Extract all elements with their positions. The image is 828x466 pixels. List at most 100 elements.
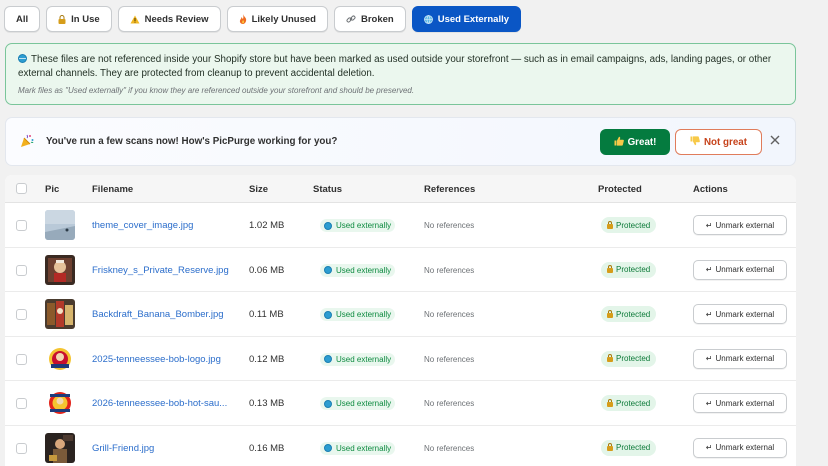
not-great-button[interactable]: Not great (675, 129, 762, 155)
status-text: Used externally (336, 354, 392, 364)
link-icon (346, 14, 356, 24)
table-row: 2026-tenneessee-bob-hot-sau... 0.13 MB U… (5, 381, 796, 426)
row-checkbox[interactable] (16, 264, 27, 276)
row-checkbox[interactable] (16, 220, 27, 231)
file-size: 0.13 MB (249, 398, 285, 409)
header-status: Status (313, 184, 343, 195)
lock-icon (607, 354, 613, 362)
close-icon[interactable] (767, 133, 783, 149)
filename-link[interactable]: theme_cover_image.jpg (92, 220, 193, 231)
not-great-label: Not great (703, 136, 747, 148)
table-header: Pic Filename Size Status References Prot… (5, 175, 796, 203)
unmark-label: Unmark external (715, 398, 775, 408)
unmark-external-button[interactable]: ↵ Unmark external (693, 393, 787, 413)
unmark-label: Unmark external (715, 220, 775, 230)
protected-badge: Protected (601, 350, 657, 367)
references-text: No references (424, 265, 475, 275)
table-row: Friskney_s_Private_Reserve.jpg 0.06 MB U… (5, 248, 796, 292)
undo-icon: ↵ (705, 398, 713, 408)
status-badge: Used externally (320, 263, 396, 277)
unmark-label: Unmark external (715, 265, 775, 274)
undo-icon: ↵ (705, 265, 713, 274)
file-size: 0.11 MB (249, 309, 284, 320)
file-thumbnail (45, 388, 75, 418)
tab-likely-unused[interactable]: Likely Unused (226, 6, 328, 32)
status-text: Used externally (336, 265, 392, 275)
tab-broken[interactable]: Broken (333, 6, 406, 32)
lock-icon (58, 14, 66, 24)
lock-icon (607, 443, 613, 451)
status-badge: Used externally (320, 441, 396, 455)
file-size: 0.16 MB (249, 442, 285, 454)
select-all-checkbox[interactable] (16, 183, 27, 194)
unmark-external-button[interactable]: ↵ Unmark external (693, 215, 787, 235)
file-thumbnail (45, 299, 75, 329)
protected-text: Protected (616, 220, 651, 230)
unmark-label: Unmark external (715, 354, 775, 363)
undo-icon: ↵ (705, 443, 713, 452)
status-text: Used externally (336, 310, 392, 319)
protected-text: Protected (616, 354, 651, 363)
party-popper-icon (20, 134, 34, 151)
globe-icon (324, 310, 332, 319)
thumbs-down-icon (690, 135, 700, 149)
status-badge: Used externally (320, 308, 396, 321)
file-size: 0.06 MB (249, 264, 285, 276)
undo-icon: ↵ (705, 354, 713, 363)
globe-icon (324, 399, 332, 408)
tab-needs-review[interactable]: Needs Review (117, 6, 221, 32)
file-size: 1.02 MB (249, 220, 285, 231)
info-text-1: These files are not referenced inside yo… (31, 54, 772, 65)
protected-text: Protected (616, 398, 651, 408)
protected-badge: Protected (601, 439, 657, 456)
filename-link[interactable]: 2025-tenneessee-bob-logo.jpg (92, 354, 221, 365)
globe-icon (423, 14, 433, 24)
tab-used-externally[interactable]: Used Externally (411, 6, 522, 32)
references-text: No references (424, 221, 475, 230)
unmark-label: Unmark external (715, 309, 775, 319)
header-filename[interactable]: Filename (92, 184, 133, 195)
tab-label: Broken (360, 13, 394, 25)
table-row: theme_cover_image.jpg 1.02 MB Used exter… (5, 203, 796, 248)
status-text: Used externally (336, 443, 392, 453)
row-checkbox[interactable] (16, 442, 27, 454)
unmark-external-button[interactable]: ↵ Unmark external (693, 437, 787, 458)
globe-icon (324, 266, 332, 274)
feedback-card: You've run a few scans now! How's PicPur… (5, 117, 796, 166)
header-pic: Pic (45, 184, 60, 195)
filename-link[interactable]: Backdraft_Banana_Bomber.jpg (92, 309, 224, 320)
protected-badge: Protected (601, 217, 657, 233)
filename-link[interactable]: Grill-Friend.jpg (92, 443, 154, 454)
row-checkbox[interactable] (16, 353, 27, 365)
great-button[interactable]: Great! (600, 129, 670, 155)
protected-badge: Protected (601, 306, 657, 322)
protected-text: Protected (616, 309, 651, 319)
info-note: Mark files as "Used externally" if you k… (18, 86, 415, 95)
feedback-question: You've run a few scans now! How's PicPur… (46, 136, 338, 147)
references-text: No references (424, 443, 475, 453)
unmark-external-button[interactable]: ↵ Unmark external (693, 304, 787, 324)
row-checkbox[interactable] (16, 309, 27, 320)
fire-icon (239, 14, 247, 24)
globe-icon (324, 221, 332, 230)
filename-link[interactable]: Friskney_s_Private_Reserve.jpg (92, 265, 229, 276)
tab-all[interactable]: All (4, 6, 41, 32)
header-size[interactable]: Size (249, 184, 268, 195)
tab-label: Likely Unused (251, 13, 316, 25)
protected-badge: Protected (601, 261, 657, 278)
filename-link[interactable]: 2026-tenneessee-bob-hot-sau... (92, 398, 227, 409)
tab-in-use[interactable]: In Use (46, 6, 112, 32)
status-badge: Used externally (320, 397, 396, 410)
references-text: No references (424, 354, 475, 364)
unmark-external-button[interactable]: ↵ Unmark external (693, 348, 787, 369)
file-thumbnail (45, 343, 75, 374)
references-text: No references (424, 399, 475, 408)
table-row: 2025-tenneessee-bob-logo.jpg 0.12 MB Use… (5, 337, 796, 381)
unmark-external-button[interactable]: ↵ Unmark external (693, 259, 787, 280)
file-thumbnail (45, 254, 75, 285)
files-table: Pic Filename Size Status References Prot… (5, 175, 796, 466)
lock-icon (607, 398, 613, 407)
tab-label: In Use (71, 13, 100, 25)
row-checkbox[interactable] (16, 398, 27, 409)
tab-label: Used Externally (437, 13, 510, 25)
